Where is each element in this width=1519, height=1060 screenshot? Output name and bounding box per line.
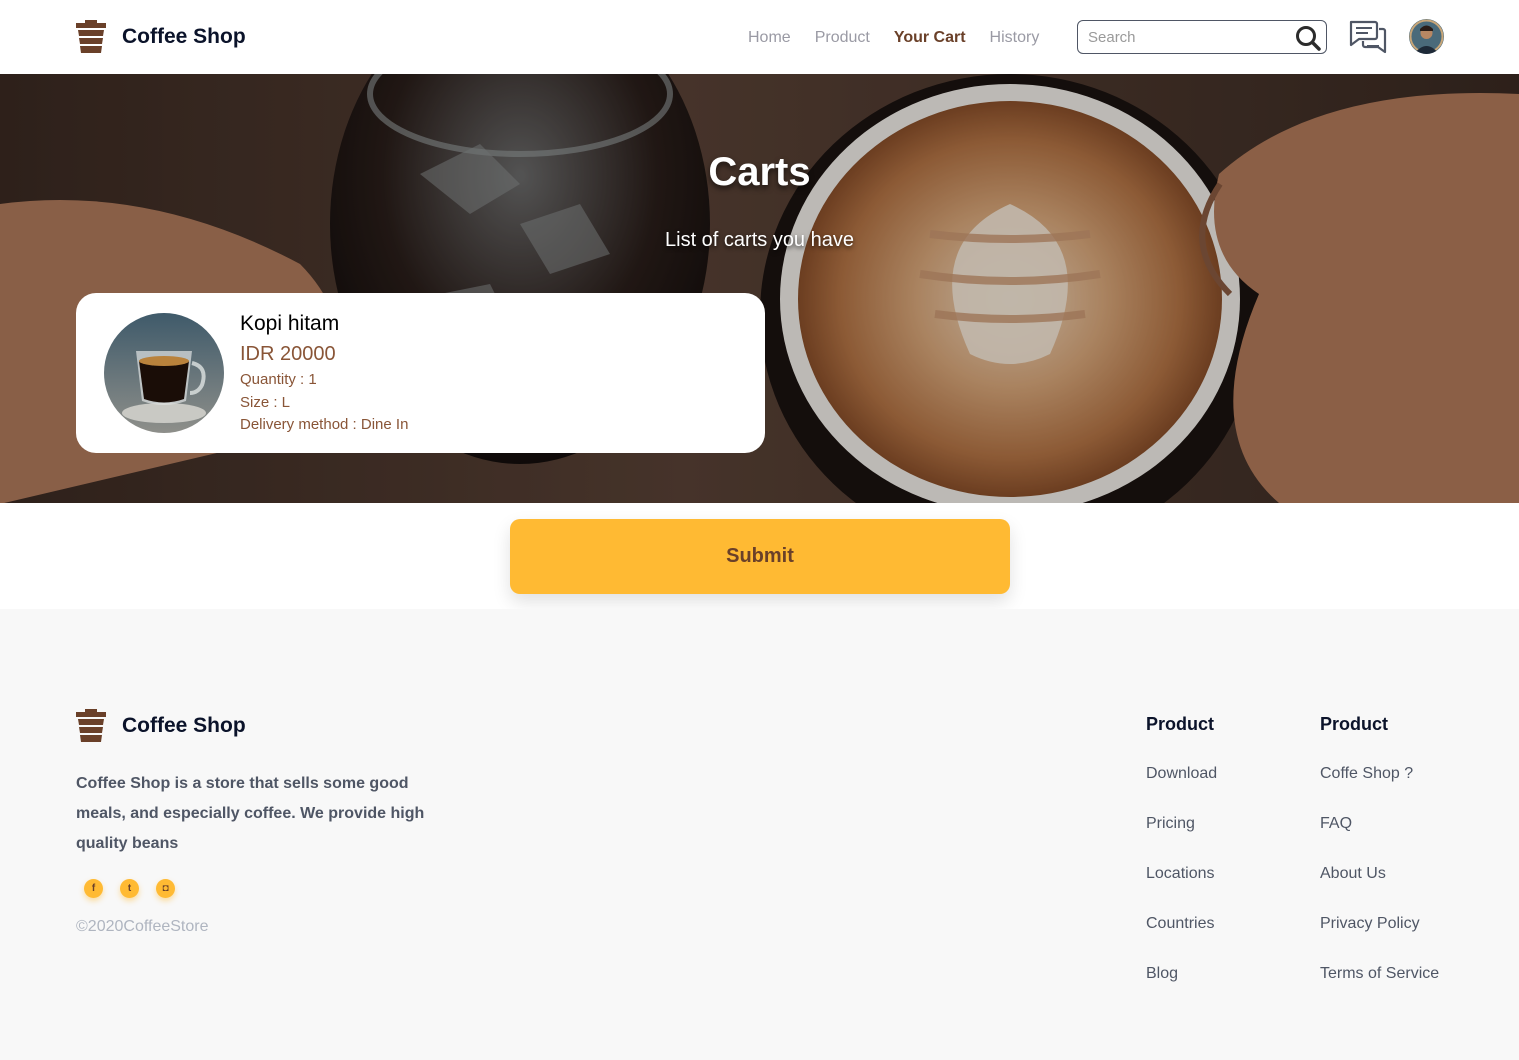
footer: Coffee Shop Coffee Shop is a store that … [0,609,1519,1060]
footer-column-title: Product [1320,714,1389,734]
coffee-cup-logo-icon [76,709,106,742]
copyright-text: ©2020CoffeeStore [76,918,209,935]
footer-description: Coffee Shop is a store that sells some g… [76,775,425,852]
user-avatar[interactable] [1409,19,1444,54]
footer-link-blog[interactable]: Blog [1146,965,1217,1015]
chat-icon[interactable] [1349,19,1387,55]
facebook-icon[interactable]: f [84,879,103,898]
product-image [104,313,224,433]
brand-logo[interactable]: Coffee Shop [76,20,246,53]
footer-link-countries[interactable]: Countries [1146,915,1217,965]
submit-button[interactable]: Submit [510,519,1010,594]
footer-brand-logo[interactable]: Coffee Shop [76,709,246,742]
footer-column-company: Product Coffe Shop ? FAQ About Us Privac… [1320,714,1439,1015]
footer-link-terms-of-service[interactable]: Terms of Service [1320,965,1439,1015]
nav-history[interactable]: History [990,29,1040,47]
cart-item-card[interactable]: Kopi hitam IDR 20000 Quantity : 1 Size :… [76,293,765,453]
product-price: IDR 20000 [240,343,336,365]
product-size: Size : L [240,394,291,411]
footer-link-faq[interactable]: FAQ [1320,815,1439,865]
search-icon[interactable] [1294,24,1322,52]
footer-link-coffee-shop[interactable]: Coffe Shop ? [1320,765,1439,815]
nav-product[interactable]: Product [815,29,870,47]
search-box [1077,20,1327,54]
product-delivery-method: Delivery method : Dine In [240,416,409,433]
instagram-icon[interactable]: ◘ [156,879,175,898]
page-title: Carts [708,150,811,194]
brand-name: Coffee Shop [122,24,246,48]
twitter-icon[interactable]: t [120,879,139,898]
footer-link-pricing[interactable]: Pricing [1146,815,1217,865]
search-input[interactable] [1088,29,1288,46]
nav-home[interactable]: Home [748,29,791,47]
avatar-image [1409,19,1444,54]
footer-link-about-us[interactable]: About Us [1320,865,1439,915]
footer-column-title: Product [1146,714,1215,734]
product-name: Kopi hitam [240,312,340,335]
footer-link-privacy-policy[interactable]: Privacy Policy [1320,915,1439,965]
page-subtitle: List of carts you have [665,229,854,251]
submit-section: Submit [0,503,1519,609]
nav-your-cart[interactable]: Your Cart [894,29,966,47]
top-navbar: Coffee Shop Home Product Your Cart Histo… [0,0,1519,74]
footer-column-product: Product Download Pricing Locations Count… [1146,714,1217,1015]
footer-brand-name: Coffee Shop [122,713,246,737]
coffee-cup-logo-icon [76,20,106,53]
hero-banner: Carts List of carts you have Kopi hitam … [0,74,1519,503]
social-links: f t ◘ [84,879,192,898]
black-coffee-image [104,313,224,433]
footer-link-locations[interactable]: Locations [1146,865,1217,915]
product-quantity: Quantity : 1 [240,371,317,388]
main-nav: Home Product Your Cart History [748,29,1063,47]
footer-link-download[interactable]: Download [1146,765,1217,815]
